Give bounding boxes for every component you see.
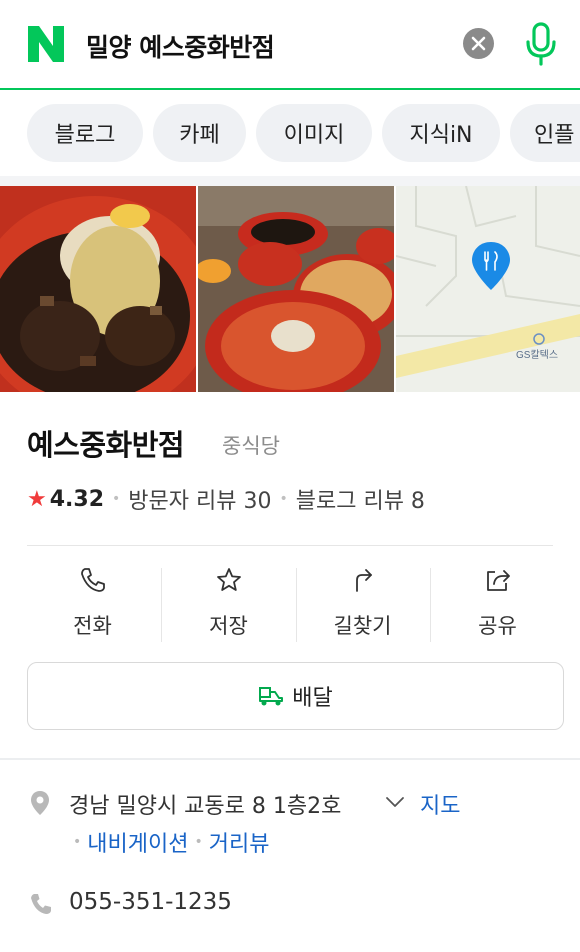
naver-logo-icon[interactable] (26, 24, 66, 64)
microphone-icon[interactable] (524, 22, 558, 68)
visitor-reviews-link[interactable]: 방문자 리뷰 30 (128, 483, 271, 515)
section-separator (0, 176, 580, 186)
place-name: 예스중화반점 (27, 428, 185, 462)
directions-button[interactable]: 길찾기 (297, 548, 428, 653)
delivery-button[interactable]: 배달 (27, 662, 564, 730)
separator-dot: • (112, 491, 121, 507)
section-separator (0, 758, 580, 760)
navigation-link[interactable]: 내비게이션 (87, 826, 188, 858)
phone-number[interactable]: 055-351-1235 (69, 889, 232, 915)
directions-icon (356, 569, 372, 592)
tab-influencer[interactable]: 인플 (510, 104, 580, 162)
address-sublinks: • 내비게이션 • 거리뷰 (67, 826, 269, 858)
call-label: 전화 (73, 614, 112, 638)
close-icon (471, 36, 486, 51)
tab-cafe[interactable]: 카페 (153, 104, 246, 162)
rating-row: ★ 4.32 • 방문자 리뷰 30 • 블로그 리뷰 8 (27, 483, 425, 515)
share-button[interactable]: 공유 (432, 548, 563, 653)
search-bar: 밀양 예스중화반점 (0, 0, 580, 90)
save-label: 저장 (209, 614, 248, 638)
star-icon: ★ (27, 486, 47, 512)
call-button[interactable]: 전화 (27, 548, 158, 653)
separator-dot: • (73, 834, 82, 850)
separator-dot: • (279, 491, 288, 507)
location-pin-icon (31, 791, 49, 815)
map-poi-label: GS칼텍스 (516, 348, 558, 361)
chevron-down-icon[interactable] (385, 795, 405, 809)
delivery-label: 배달 (292, 686, 333, 711)
photo-map-thumbnail[interactable]: GS칼텍스 (396, 186, 580, 392)
rating-value: 4.32 (49, 486, 105, 512)
search-query[interactable]: 밀양 예스중화반점 (86, 28, 275, 64)
map-link[interactable]: 지도 (420, 788, 460, 820)
separator-dot: • (194, 834, 203, 850)
photo-jajangmyeon[interactable] (0, 186, 196, 392)
directions-label: 길찾기 (333, 614, 392, 638)
delivery-scooter-icon (259, 687, 284, 706)
tab-blog[interactable]: 블로그 (27, 104, 143, 162)
action-divider (161, 568, 162, 642)
photo-strip: GS칼텍스 (0, 186, 580, 392)
address-text: 경남 밀양시 교동로 8 1층2호 (69, 794, 342, 819)
share-label: 공유 (478, 614, 517, 638)
place-category: 중식당 (222, 434, 280, 458)
streetview-link[interactable]: 거리뷰 (209, 826, 270, 858)
share-icon (487, 570, 510, 591)
star-outline-icon (217, 568, 241, 591)
photo-table-dishes[interactable] (198, 186, 394, 392)
phone-icon (81, 568, 105, 592)
blog-reviews-link[interactable]: 블로그 리뷰 8 (296, 483, 425, 515)
phone-small-icon (31, 894, 51, 914)
clear-search-button[interactable] (463, 28, 494, 59)
tab-image[interactable]: 이미지 (256, 104, 372, 162)
action-bar: 전화 저장 길찾기 공유 (27, 548, 553, 653)
search-tabs: 블로그 카페 이미지 지식iN 인플 (0, 92, 580, 176)
divider (27, 545, 553, 546)
tab-kin[interactable]: 지식iN (382, 104, 500, 162)
save-button[interactable]: 저장 (163, 548, 294, 653)
action-divider (430, 568, 431, 642)
